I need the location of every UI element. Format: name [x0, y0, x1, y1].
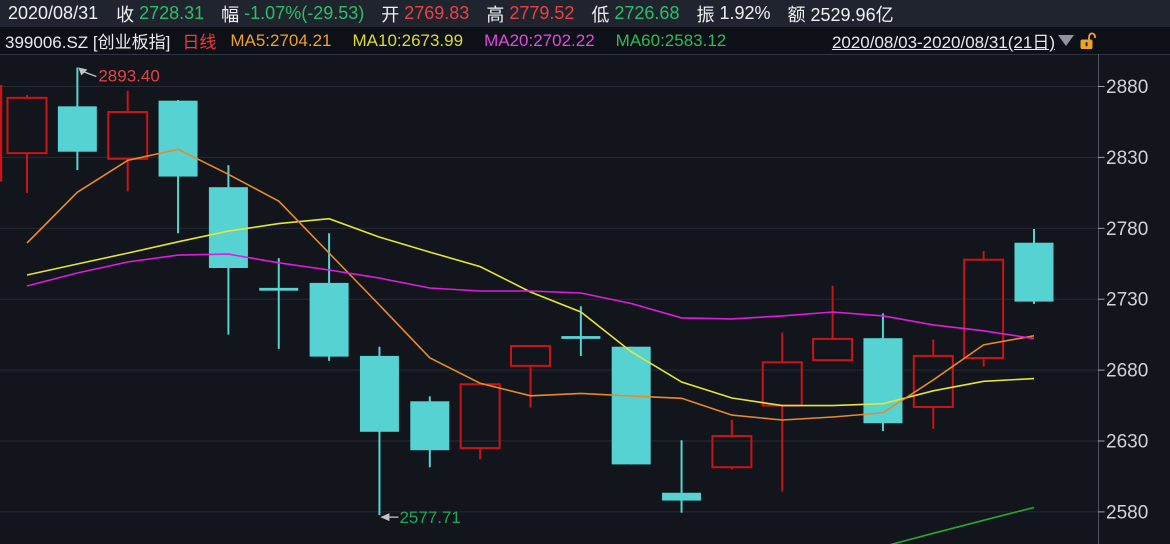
legend-ma5: MA5:2704.21	[230, 30, 332, 50]
candle-up	[6, 96, 48, 155]
candle-down	[410, 401, 450, 451]
field-value: 2726.68	[614, 3, 680, 23]
chart-toolbar: 399006.SZ [创业板指] 日线 MA5:2704.21 MA10:267…	[0, 27, 1170, 54]
y-axis-label: 2880	[1106, 77, 1148, 98]
field-value: 2769.83	[404, 3, 470, 23]
candle-down	[863, 338, 903, 424]
y-axis-label: 2730	[1106, 290, 1148, 311]
legend-ma20: MA20:2702.22	[484, 30, 595, 50]
candle-up	[963, 258, 1005, 360]
candle-up	[459, 383, 501, 450]
candle-down	[309, 282, 349, 357]
quote-date: 2020/08/31	[8, 3, 99, 23]
field-value: 1.92%	[719, 3, 771, 23]
candle-up	[107, 111, 149, 160]
field-label: 高	[486, 4, 505, 25]
field-value: -1.07%(-29.53)	[244, 3, 365, 23]
candle-down	[57, 106, 97, 152]
quote-field-low: 低 2726.68	[591, 1, 679, 27]
field-label: 收	[116, 4, 135, 25]
quote-field-high: 高 2779.52	[486, 1, 574, 27]
ma-line-ma60	[889, 506, 1035, 544]
candle-down	[259, 287, 299, 291]
low-price-annotation: 2577.71	[399, 508, 460, 527]
candle-up	[510, 344, 551, 367]
y-axis-label: 2580	[1106, 502, 1148, 523]
candle-down	[662, 492, 702, 501]
field-label: 幅	[221, 4, 240, 25]
unlock-icon[interactable]	[1080, 32, 1096, 50]
legend-ma60: MA60:2583.12	[615, 30, 727, 50]
candle-down	[1014, 242, 1054, 302]
prev-candle-edge	[0, 85, 3, 182]
y-axis-label: 2630	[1106, 432, 1148, 453]
y-axis-label: 2680	[1106, 361, 1148, 382]
field-value: 2529.96亿	[810, 4, 894, 25]
high-price-annotation: 2893.40	[98, 66, 159, 85]
chevron-down-icon[interactable]	[1058, 35, 1074, 46]
y-axis-label: 2830	[1106, 148, 1148, 169]
date-range-control[interactable]: 2020/08/03-2020/08/31(21日)	[832, 27, 1096, 54]
price-chart-canvas[interactable]: 2880 2830 2780 2730 2680 2630 2580 2893.40 2577.…	[0, 54, 1170, 544]
field-label: 额	[787, 4, 806, 25]
quote-field-turnover: 额 2529.96亿	[788, 1, 894, 27]
candle-up	[761, 361, 803, 407]
annotation-arrowhead	[78, 67, 88, 76]
field-value: 2728.31	[139, 3, 205, 23]
candle-down	[561, 336, 601, 339]
annotation-arrowhead	[380, 513, 390, 522]
quote-header: 2020/08/31 收 2728.31 幅 -1.07%(-29.53) 开 …	[0, 0, 1170, 27]
candle-up	[812, 337, 854, 362]
field-label: 开	[381, 4, 400, 25]
date-range-text[interactable]: 2020/08/03-2020/08/31(21日)	[832, 28, 1055, 53]
candle-down	[158, 100, 198, 177]
quote-field-amplitude: 振 1.92%	[696, 1, 770, 27]
candle-down	[611, 346, 651, 465]
candle-up	[912, 354, 954, 408]
quote-field-close: 收 2728.31	[116, 1, 204, 27]
symbol-name: 399006.SZ [创业板指]	[5, 33, 171, 52]
quote-field-open: 开 2769.83	[381, 1, 469, 27]
stock-chart-app: 2020/08/31 收 2728.31 幅 -1.07%(-29.53) 开 …	[0, 0, 1170, 544]
period-label[interactable]: 日线	[182, 28, 216, 53]
quote-field-change: 幅 -1.07%(-29.53)	[221, 1, 364, 27]
legend-ma10: MA10:2673.99	[352, 30, 464, 50]
y-axis-label: 2780	[1106, 219, 1148, 240]
candle-down	[359, 355, 399, 432]
field-label: 低	[591, 4, 610, 25]
field-value: 2779.52	[509, 3, 575, 23]
field-label: 振	[696, 4, 715, 25]
